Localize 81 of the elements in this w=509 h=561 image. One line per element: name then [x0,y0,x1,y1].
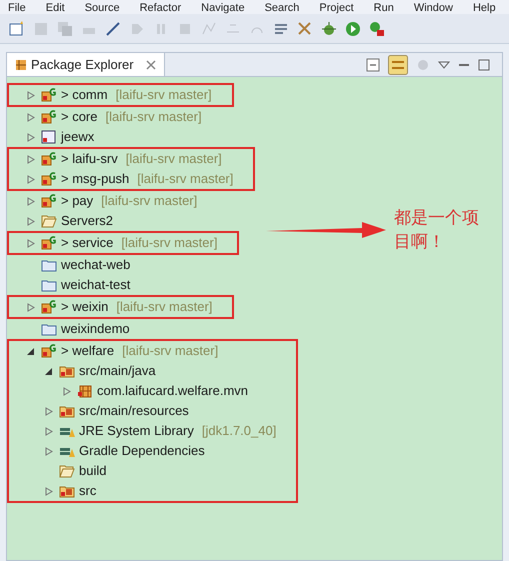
collapse-arrow-icon[interactable] [27,346,35,356]
expand-arrow-icon[interactable] [27,132,35,142]
menu-item[interactable]: Search [264,2,300,14]
tree-item-label[interactable]: > welfare [61,341,114,361]
menu-item[interactable]: Source [84,2,120,14]
view-title: Package Explorer [31,56,134,74]
tree-item-label[interactable]: > service [61,233,114,253]
expand-arrow-icon[interactable] [27,90,35,100]
menu-item[interactable]: Run [374,2,394,14]
menu-item[interactable]: Help [472,2,496,14]
tree-item-label[interactable]: weixindemo [61,319,130,339]
project-icon [41,87,57,103]
folder-icon [59,463,75,479]
folder-icon [41,213,57,229]
branch-label: [laifu-srv master] [116,298,212,316]
project-icon [41,109,57,125]
expand-arrow-icon[interactable] [45,406,53,416]
branch-label: [laifu-srv master] [137,170,234,188]
expand-arrow-icon[interactable] [27,196,35,206]
view-tab[interactable]: Package Explorer [7,53,165,76]
project-icon [41,129,57,145]
tree-item-label[interactable]: JRE System Library [79,421,194,441]
project-icon [41,235,57,251]
branch-label: [laifu-srv master] [126,150,222,168]
project-icon [41,299,57,315]
maximize-icon[interactable] [478,58,490,70]
expand-arrow-icon[interactable] [45,486,53,496]
new-icon[interactable] [8,20,26,38]
collapse-arrow-icon[interactable] [45,366,53,376]
branch-label: [laifu-srv master] [116,86,212,104]
close-icon[interactable] [146,60,156,70]
expand-arrow-icon[interactable] [27,302,35,312]
branch-label: [laifu-srv master] [101,192,198,210]
menu-item[interactable]: Window [414,2,453,14]
view-menu-icon[interactable] [438,60,450,70]
tree-item-label[interactable]: src [79,481,96,501]
menu-item[interactable]: Edit [46,2,65,14]
tree-item-label[interactable]: src/main/java [79,361,156,381]
branch-label: [jdk1.7.0_40] [202,422,276,440]
tree-item-label[interactable]: > pay [61,191,94,211]
pen-icon[interactable] [104,20,122,38]
package-icon [77,383,93,399]
expand-arrow-icon[interactable] [27,216,35,226]
branch-label: [laifu-srv master] [106,108,202,126]
tree-item-label[interactable]: Gradle Dependencies [79,441,205,461]
collapse-all-icon[interactable] [366,58,380,72]
menu-item[interactable]: File [8,2,26,14]
expand-arrow-icon[interactable] [27,238,35,248]
tree-item-label[interactable]: build [79,461,106,481]
bug-icon[interactable] [320,20,338,38]
expand-arrow-icon[interactable] [27,154,35,164]
tree-item-label[interactable]: > msg-push [61,169,130,189]
project-icon [41,151,57,167]
tree-item-label[interactable]: weichat-test [61,275,130,295]
tree-item-label[interactable]: > weixin [61,297,108,317]
external-tools-icon[interactable] [368,20,386,38]
expand-arrow-icon[interactable] [27,112,35,122]
tree-item-label[interactable]: wechat-web [61,255,130,275]
project-icon [41,193,57,209]
tree-item-label[interactable]: jeewx [61,127,94,147]
annotation-note: 都是一个项目啊！ [394,207,480,253]
tree-item-label[interactable]: com.laifucard.welfare.mvn [97,381,248,401]
expand-arrow-icon[interactable] [27,174,35,184]
menu-item[interactable]: Project [319,2,354,14]
tree-item-label[interactable]: Servers2 [61,211,114,231]
menu-item[interactable]: Refactor [140,2,182,14]
project-icon [41,343,57,359]
package-explorer-icon [15,58,27,70]
tree-item-label[interactable]: src/main/resources [79,401,189,421]
branch-label: [laifu-srv master] [121,234,218,252]
menu-item[interactable]: Navigate [201,2,245,14]
expand-arrow-icon[interactable] [45,446,53,456]
branch-label: [laifu-srv master] [122,342,218,360]
project-icon [41,171,57,187]
tree-item-label[interactable]: > laifu-srv [61,149,118,169]
expand-arrow-icon[interactable] [45,426,53,436]
expand-arrow-icon[interactable] [63,386,71,396]
tree-item-label[interactable]: > core [61,107,98,127]
run-icon[interactable] [344,20,362,38]
link-editor-icon[interactable] [388,54,408,74]
tree-item-label[interactable]: > comm [61,85,108,105]
